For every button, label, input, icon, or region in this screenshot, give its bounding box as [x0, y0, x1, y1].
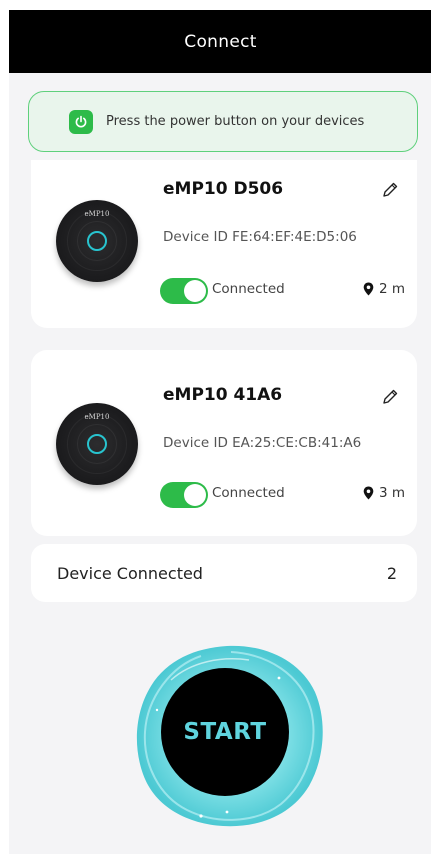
- distance-value: 3 m: [379, 485, 406, 501]
- device-card[interactable]: eMP10 eMP10 41A6 Device ID EA:25:CE:CB:4…: [31, 350, 417, 536]
- device-brand-mark: eMP10: [84, 413, 110, 421]
- top-bar: Connect: [9, 10, 431, 73]
- device-image: eMP10: [56, 403, 138, 485]
- device-distance: 3 m: [363, 485, 405, 501]
- distance-value: 2 m: [379, 281, 406, 297]
- power-icon: [69, 110, 93, 134]
- device-ring-icon: [87, 434, 107, 454]
- device-image: eMP10: [56, 200, 138, 282]
- toggle-knob: [184, 280, 206, 302]
- notice-text: Press the power button on your devices: [106, 114, 365, 129]
- connection-toggle[interactable]: [160, 278, 208, 304]
- pencil-icon[interactable]: [379, 386, 401, 408]
- connection-status: Connected: [212, 485, 285, 501]
- app-screen: Connect Press the power button on your d…: [9, 10, 431, 854]
- device-name: eMP10 41A6: [163, 385, 283, 405]
- page-title: Connect: [184, 31, 257, 52]
- connection-toggle[interactable]: [160, 482, 208, 508]
- pencil-icon[interactable]: [379, 179, 401, 201]
- start-button-area: START: [131, 640, 325, 830]
- location-pin-icon: [363, 282, 374, 296]
- device-connected-summary: Device Connected 2: [31, 544, 417, 602]
- device-name: eMP10 D506: [163, 179, 284, 199]
- location-pin-icon: [363, 486, 374, 500]
- device-distance: 2 m: [363, 281, 405, 297]
- power-notice-banner: Press the power button on your devices: [28, 91, 418, 152]
- summary-label: Device Connected: [57, 563, 203, 583]
- device-id: Device ID FE:64:EF:4E:D5:06: [163, 229, 357, 245]
- device-brand-mark: eMP10: [84, 210, 110, 218]
- toggle-knob: [184, 484, 206, 506]
- connection-status: Connected: [212, 281, 285, 297]
- device-id: Device ID EA:25:CE:CB:41:A6: [163, 435, 362, 451]
- start-label: START: [183, 719, 267, 745]
- summary-count: 2: [386, 563, 397, 583]
- start-button[interactable]: START: [161, 668, 289, 796]
- device-card[interactable]: eMP10 eMP10 D506 Device ID FE:64:EF:4E:D…: [31, 160, 417, 328]
- device-ring-icon: [87, 231, 107, 251]
